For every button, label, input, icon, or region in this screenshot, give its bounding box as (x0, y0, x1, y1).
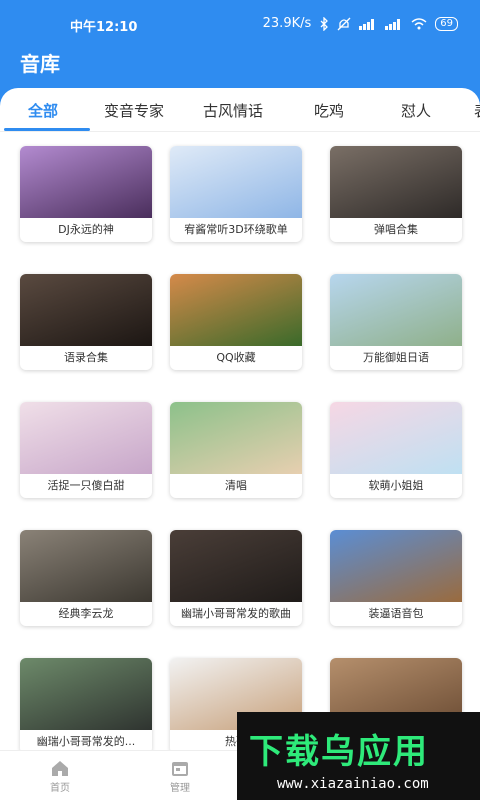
card-thumbnail (330, 274, 462, 346)
sound-card[interactable]: 清唱 (170, 402, 302, 498)
sound-card[interactable]: 软萌小姐姐 (330, 402, 462, 498)
card-label: 幽瑞小哥哥常发的歌曲 (181, 607, 291, 620)
network-speed: 23.9K/s (262, 16, 312, 31)
sound-card[interactable]: 装逼语音包 (330, 530, 462, 626)
card-thumbnail (170, 274, 302, 346)
card-thumbnail (20, 530, 152, 602)
sound-card[interactable]: 幽瑞小哥哥常发的歌曲 (170, 530, 302, 626)
card-thumbnail (330, 146, 462, 218)
card-thumbnail (170, 402, 302, 474)
card-label: 软萌小姐姐 (368, 479, 424, 492)
mute-icon (337, 17, 351, 30)
watermark-url: www.xiazainiao.com (277, 776, 429, 792)
content-panel: 全部 变音专家 古风情话 吃鸡 怼人 表 DJ永远的神 宥酱常听3D环绕歌单 弹… (0, 88, 480, 800)
sound-card[interactable]: 语录合集 (20, 274, 152, 370)
battery-indicator: 69 (435, 16, 458, 31)
sound-card[interactable]: 活捉一只傻白甜 (20, 402, 152, 498)
card-label: DJ永远的神 (58, 223, 114, 236)
sound-card[interactable]: 万能御姐日语 (330, 274, 462, 370)
signal-icon (359, 18, 375, 30)
card-label: 清唱 (225, 479, 247, 492)
status-time: 中午12:10 (70, 20, 138, 35)
page-title: 音库 (20, 52, 60, 76)
card-thumbnail (170, 146, 302, 218)
card-label: 装逼语音包 (368, 607, 424, 620)
calendar-icon (172, 762, 188, 776)
tab-pubg[interactable]: 吃鸡 (314, 100, 344, 121)
sound-card[interactable]: 经典李云龙 (20, 530, 152, 626)
tab-ancient-love[interactable]: 古风情话 (203, 100, 263, 121)
signal-icon-2 (385, 18, 401, 30)
card-label: 经典李云龙 (58, 607, 114, 620)
tab-voice-changer[interactable]: 变音专家 (104, 100, 164, 121)
card-label: 万能御姐日语 (363, 351, 429, 364)
wifi-icon (411, 17, 427, 29)
card-label: 弹唱合集 (374, 223, 418, 236)
card-thumbnail (20, 658, 152, 730)
card-thumbnail (20, 146, 152, 218)
sound-card[interactable]: 幽瑞小哥哥常发的... (20, 658, 152, 754)
card-label: 宥酱常听3D环绕歌单 (184, 223, 288, 236)
card-label: 语录合集 (64, 351, 108, 364)
active-tab-indicator (4, 128, 90, 131)
nav-manage[interactable]: 管理 (160, 759, 200, 794)
card-label: QQ收藏 (216, 351, 256, 364)
tab-all[interactable]: 全部 (28, 100, 58, 121)
tab-roast[interactable]: 怼人 (401, 100, 431, 121)
card-thumbnail (330, 530, 462, 602)
nav-home[interactable]: 首页 (40, 759, 80, 794)
home-icon (52, 761, 68, 776)
card-thumbnail (20, 402, 152, 474)
sound-card[interactable]: QQ收藏 (170, 274, 302, 370)
sound-card[interactable]: 弹唱合集 (330, 146, 462, 242)
card-thumbnail (20, 274, 152, 346)
category-tabs: 全部 变音专家 古风情话 吃鸡 怼人 表 (0, 88, 480, 132)
status-bar: 中午12:10 23.9K/s 69 (0, 12, 480, 36)
card-label: 活捉一只傻白甜 (47, 479, 125, 492)
sound-card[interactable]: 宥酱常听3D环绕歌单 (170, 146, 302, 242)
nav-home-label: 首页 (50, 783, 70, 794)
card-thumbnail (330, 402, 462, 474)
card-thumbnail (170, 530, 302, 602)
nav-manage-label: 管理 (170, 783, 190, 794)
sound-card[interactable]: DJ永远的神 (20, 146, 152, 242)
site-watermark: 下载乌应用 www.xiazainiao.com (237, 712, 480, 800)
bluetooth-icon (320, 16, 329, 31)
status-right: 23.9K/s 69 (263, 16, 458, 31)
watermark-title: 下载乌应用 (249, 732, 429, 772)
tab-more[interactable]: 表 (474, 100, 480, 121)
